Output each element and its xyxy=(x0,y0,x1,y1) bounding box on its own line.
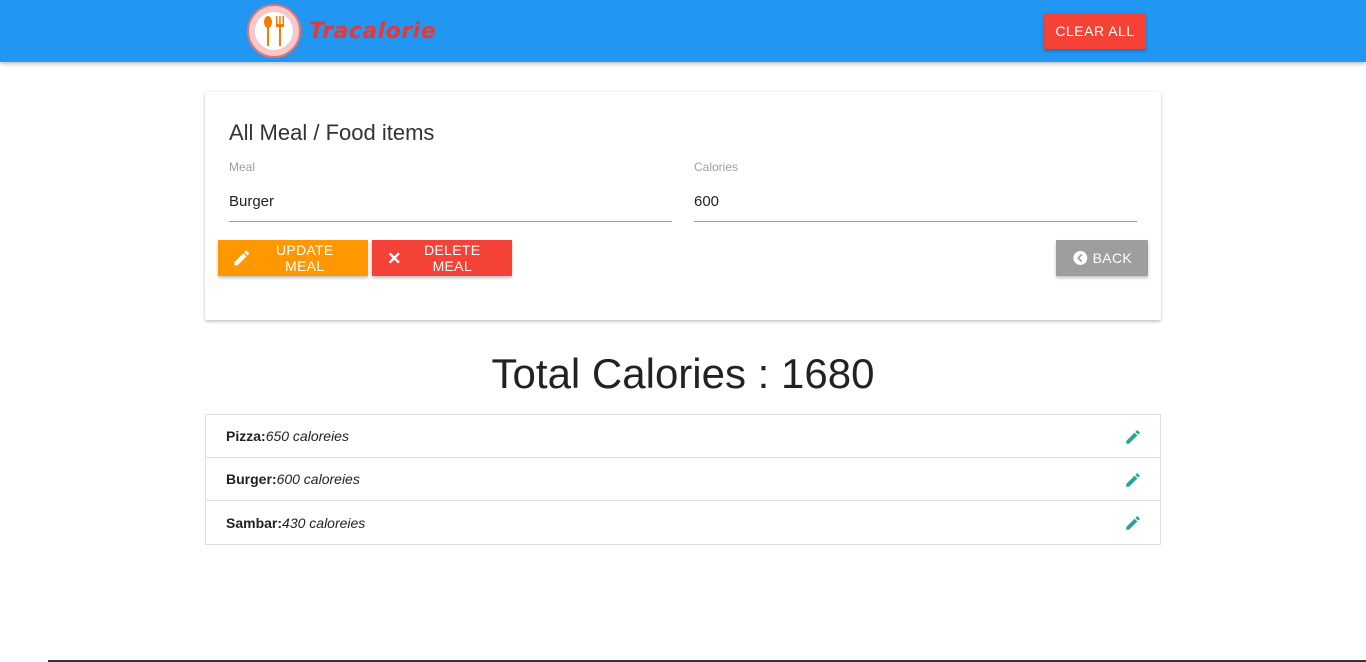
calories-input[interactable] xyxy=(694,182,1137,222)
delete-meal-button[interactable]: DELETE MEAL xyxy=(372,240,512,276)
meal-form-card: All Meal / Food items Meal Calories UPDA… xyxy=(205,92,1161,320)
back-label: BACK xyxy=(1092,250,1132,266)
delete-meal-label: DELETE MEAL xyxy=(424,242,481,274)
clear-all-button[interactable]: CLEAR ALL xyxy=(1044,13,1146,49)
item-name: Sambar: xyxy=(226,514,283,531)
pencil-icon[interactable] xyxy=(1124,471,1142,489)
form-title: All Meal / Food items xyxy=(229,120,435,145)
brand-name: Tracalorie xyxy=(309,18,437,44)
update-meal-label: UPDATE MEAL xyxy=(275,242,334,274)
calories-label: Calories xyxy=(694,160,739,174)
meal-input[interactable] xyxy=(229,182,672,222)
meal-field: Meal xyxy=(229,160,672,222)
pencil-icon[interactable] xyxy=(1124,428,1142,446)
item-name: Burger: xyxy=(226,471,277,487)
update-meal-button[interactable]: UPDATE MEAL xyxy=(218,240,368,276)
list-item: Burger: 600 caloreies xyxy=(206,458,1160,501)
item-calories: 650 caloreies xyxy=(265,428,349,444)
meal-list: Pizza: 650 caloreies Burger: 600 calorei… xyxy=(205,414,1161,545)
total-calories: Total Calories : 1680 xyxy=(491,350,875,397)
item-calories: 600 caloreies xyxy=(276,471,360,487)
chevron-left-circle-icon xyxy=(1073,251,1088,265)
pencil-icon[interactable] xyxy=(1124,514,1142,532)
brand-logo-link[interactable]: Tracalorie xyxy=(247,4,437,58)
item-calories: 430 caloreies xyxy=(282,514,366,531)
item-name: Pizza: xyxy=(226,428,266,444)
calories-field: Calories xyxy=(694,160,1137,222)
close-icon xyxy=(388,252,400,264)
list-item: Pizza: 650 caloreies xyxy=(206,415,1160,458)
meal-label: Meal xyxy=(229,160,256,174)
logo-icon xyxy=(247,4,301,58)
list-item: Sambar: 430 caloreies xyxy=(206,501,1160,544)
navbar: Tracalorie CLEAR ALL xyxy=(0,0,1366,62)
pencil-icon xyxy=(234,250,250,266)
back-button[interactable]: BACK xyxy=(1056,240,1148,276)
